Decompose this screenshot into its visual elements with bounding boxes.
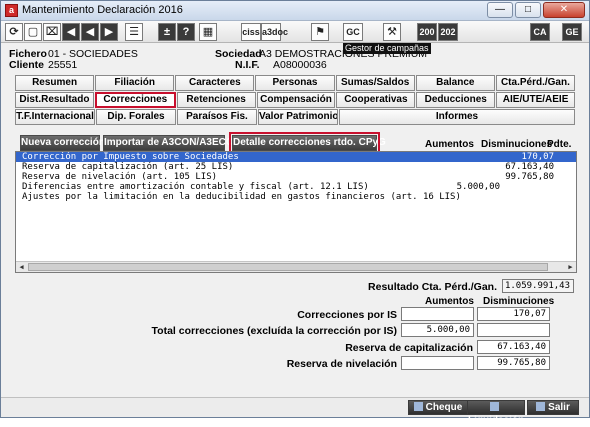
correcciones-is-aumentos-field[interactable] <box>401 307 474 321</box>
reserva-capitalizacion-field[interactable]: 67.163,40 <box>477 340 550 354</box>
tab-sumas-saldos[interactable]: Sumas/Saldos <box>335 75 415 91</box>
tooltip: Gestor de campañas <box>343 43 431 54</box>
corrections-list[interactable]: Corrección por Impuesto sobre Sociedades… <box>15 151 577 273</box>
delete-record-icon[interactable]: ⌧ <box>43 23 61 41</box>
maximize-button[interactable]: □ <box>515 2 541 18</box>
total-aumentos-field[interactable]: 5.000,00 <box>401 323 474 337</box>
correcciones-is-disminuciones-field[interactable]: 170,07 <box>477 307 550 321</box>
window-title: Mantenimiento Declaración 2016 <box>22 4 183 16</box>
summary-disminuciones-header: Disminuciones <box>483 296 555 307</box>
section-tabs: Resumen Filiación Caracteres Personas Su… <box>15 75 576 126</box>
toolbar: ⟳ ▢ ⌧ ◀ ◀ ▶ ☰ ± ? ▦ ciss a3doc ⚑ GC ⚒ 20… <box>1 21 589 43</box>
correcciones-is-label: Correcciones por IS <box>297 309 397 321</box>
tab-tf-internacional[interactable]: T.F.Internacional <box>15 109 95 125</box>
detalle-correcciones-button[interactable]: Detalle correcciones rtdo. CPyG <box>229 132 386 154</box>
resultado-field: 1.059.991,43 <box>502 279 574 293</box>
tab-dist-resultado[interactable]: Dist.Resultado <box>15 92 94 108</box>
tab-balance[interactable]: Balance <box>415 75 495 91</box>
list-item[interactable]: Diferencias entre amortización contable … <box>16 182 576 192</box>
title-bar: a Mantenimiento Declaración 2016 — □ ✕ <box>1 1 589 21</box>
tab-cooperativas[interactable]: Cooperativas <box>336 92 416 108</box>
window-controls: — □ ✕ <box>487 2 585 18</box>
ge-button[interactable]: GE <box>562 23 582 41</box>
app-icon: a <box>5 4 18 17</box>
pdte-column-header: Pdte. <box>547 139 572 150</box>
new-record-icon[interactable]: ▢ <box>24 23 42 41</box>
cliente-value: 25551 <box>48 59 78 71</box>
liquidacion-icon <box>490 402 499 411</box>
bottom-bar: Cheque Liquidación Salir <box>1 397 589 426</box>
ciss-button[interactable]: ciss <box>241 23 261 41</box>
tab-deducciones[interactable]: Deducciones <box>416 92 496 108</box>
keyboard-icon[interactable]: ▦ <box>199 23 217 41</box>
reserva-nivelacion-aumentos-field[interactable] <box>401 356 474 370</box>
tab-personas[interactable]: Personas <box>255 75 335 91</box>
next-record-icon[interactable]: ▶ <box>100 23 118 41</box>
exit-icon <box>536 402 546 411</box>
liquidacion-button[interactable]: Liquidación <box>467 400 525 426</box>
salir-button[interactable]: Salir <box>527 400 579 415</box>
tab-row-2: Dist.Resultado Correcciones Retenciones … <box>15 92 576 108</box>
scroll-left-icon[interactable]: ◀ <box>16 262 27 272</box>
tab-filiacion[interactable]: Filiación <box>95 75 175 91</box>
list-icon[interactable]: ☰ <box>125 23 143 41</box>
reserva-nivelacion-label: Reserva de nivelación <box>286 358 397 370</box>
cheque-icon <box>413 402 423 411</box>
model-202-button[interactable]: 202 <box>438 23 458 41</box>
scroll-right-icon[interactable]: ▶ <box>565 262 576 272</box>
total-disminuciones-field[interactable] <box>477 323 550 337</box>
model-200-button[interactable]: 200 <box>417 23 437 41</box>
a3doc-button[interactable]: a3doc <box>261 23 288 41</box>
summary-aumentos-header: Aumentos <box>425 296 474 307</box>
tab-correcciones[interactable]: Correcciones <box>94 92 176 108</box>
tab-retenciones[interactable]: Retenciones <box>176 92 256 108</box>
campaign-manager-button[interactable]: GC <box>343 23 363 41</box>
tab-aie-ute-aeie[interactable]: AIE/UTE/AEIE <box>496 92 576 108</box>
nif-label: N.I.F. <box>235 59 260 71</box>
tab-caracteres[interactable]: Caracteres <box>175 75 255 91</box>
prev-record-icon[interactable]: ◀ <box>81 23 99 41</box>
disminuciones-column-header: Disminuciones <box>481 139 553 150</box>
nif-value: A08000036 <box>273 59 327 71</box>
ca-button[interactable]: CA <box>530 23 550 41</box>
tab-resumen[interactable]: Resumen <box>15 75 95 91</box>
tab-informes[interactable]: Informes <box>339 109 575 125</box>
first-record-icon[interactable]: ◀ <box>62 23 80 41</box>
scrollbar-thumb[interactable] <box>28 263 548 271</box>
list-item[interactable]: Reserva de capitalización (art. 25 LIS) … <box>16 162 576 172</box>
tab-cta-perd-gan[interactable]: Cta.Pérd./Gan. <box>495 75 575 91</box>
cliente-label: Cliente <box>9 59 45 71</box>
list-item[interactable]: Ajustes por la limitación en la deducibi… <box>16 192 576 202</box>
calculator-icon[interactable]: ± <box>158 23 176 41</box>
tab-row-1: Resumen Filiación Caracteres Personas Su… <box>15 75 576 91</box>
reserva-nivelacion-field[interactable]: 99.765,80 <box>477 356 550 370</box>
total-correcciones-label: Total correcciones (excluída la correcci… <box>151 325 397 337</box>
tab-row-3: T.F.Internacional Dip. Forales Paraísos … <box>15 109 576 125</box>
nueva-correccion-button[interactable]: Nueva corrección <box>20 135 105 151</box>
aumentos-column-header: Aumentos <box>425 139 474 150</box>
list-item[interactable]: Reserva de nivelación (art. 105 LIS) 99.… <box>16 172 576 182</box>
main-window: a Mantenimiento Declaración 2016 — □ ✕ ⟳… <box>0 0 590 426</box>
tab-paraisos-fis[interactable]: Paraísos Fis. <box>177 109 257 125</box>
minimize-button[interactable]: — <box>487 2 513 18</box>
help-icon[interactable]: ? <box>177 23 195 41</box>
cheque-button[interactable]: Cheque <box>408 400 468 415</box>
tab-compensacion[interactable]: Compensación <box>256 92 336 108</box>
reserva-capitalizacion-label: Reserva de capitalización <box>345 342 473 354</box>
tools-icon[interactable]: ⚒ <box>383 23 401 41</box>
tab-dip-forales[interactable]: Dip. Forales <box>96 109 176 125</box>
close-button[interactable]: ✕ <box>543 2 585 18</box>
horizontal-scrollbar[interactable]: ◀ ▶ <box>16 261 576 272</box>
resultado-label: Resultado Cta. Pérd./Gan. <box>368 281 497 293</box>
refresh-icon[interactable]: ⟳ <box>5 23 23 41</box>
importar-button[interactable]: Importar de A3CON/A3ECO <box>103 135 234 151</box>
alarm-icon[interactable]: ⚑ <box>311 23 329 41</box>
list-item[interactable]: Corrección por Impuesto sobre Sociedades… <box>16 152 576 162</box>
tab-valor-patrimonio[interactable]: Valor Patrimonio <box>258 109 338 125</box>
